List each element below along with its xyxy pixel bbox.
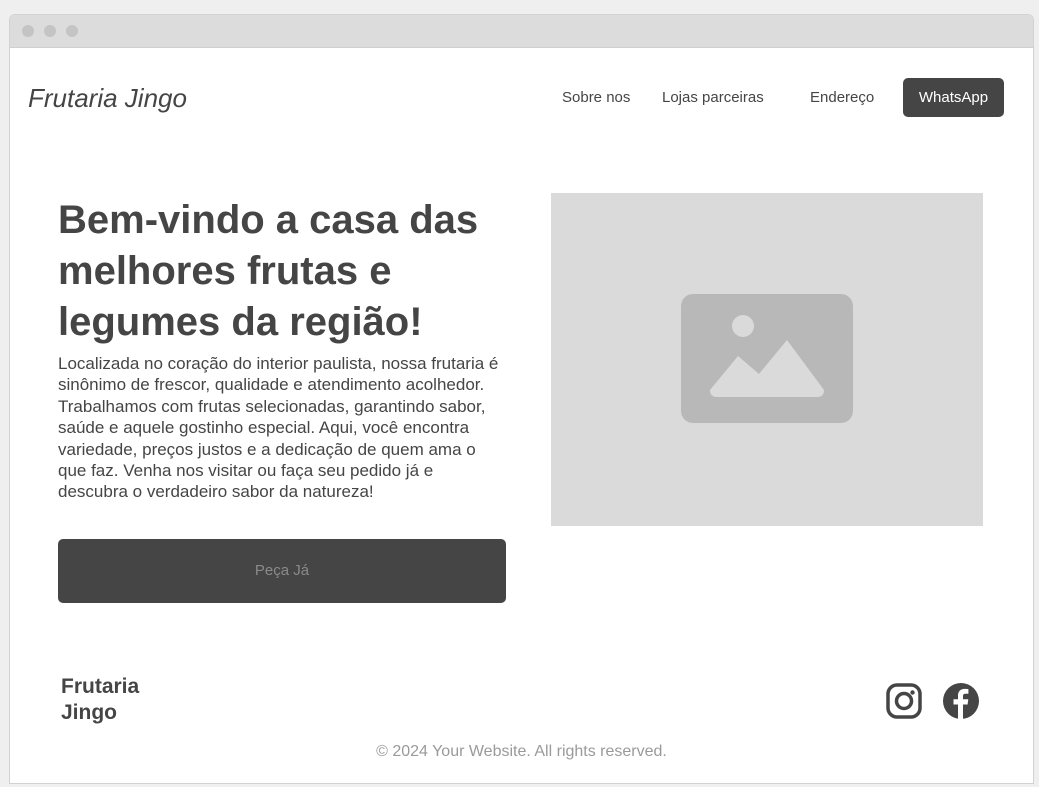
site-logo[interactable]: Frutaria Jingo xyxy=(28,81,187,115)
order-now-button[interactable]: Peça Já xyxy=(58,539,506,603)
nav-link-lojas-parceiras[interactable]: Lojas parceiras xyxy=(662,89,764,107)
footer-brand: Frutaria Jingo xyxy=(61,674,139,726)
facebook-icon[interactable] xyxy=(942,682,980,720)
whatsapp-button[interactable]: WhatsApp xyxy=(903,78,1004,117)
hero-description: Localizada no coração do interior paulis… xyxy=(58,354,499,502)
window-dot[interactable] xyxy=(44,25,56,37)
hero-image xyxy=(551,193,983,526)
hero-title: Bem-vindo a casa das melhores frutas e l… xyxy=(58,198,479,344)
window-dot[interactable] xyxy=(66,25,78,37)
nav-link-sobre-nos[interactable]: Sobre nos xyxy=(562,89,630,107)
footer-brand-line: Jingo xyxy=(61,701,117,724)
window-dot[interactable] xyxy=(22,25,34,37)
image-placeholder-icon xyxy=(681,294,853,423)
instagram-icon[interactable] xyxy=(885,682,923,720)
nav-link-endereco[interactable]: Endereço xyxy=(810,89,874,107)
copyright-text: © 2024 Your Website. All rights reserved… xyxy=(376,743,667,760)
footer-brand-line: Frutaria xyxy=(61,675,140,698)
window-titlebar xyxy=(10,15,1033,48)
browser-window: Frutaria Jingo Sobre nos Lojas parceiras… xyxy=(9,14,1034,784)
